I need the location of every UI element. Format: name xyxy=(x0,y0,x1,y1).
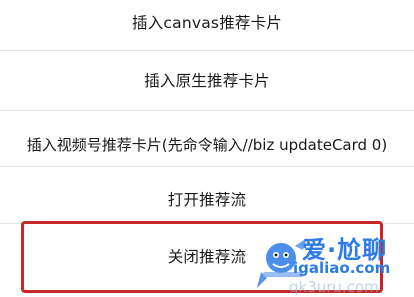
divider xyxy=(0,110,414,111)
insert-canvas-card-option[interactable]: 插入canvas推荐卡片 xyxy=(0,0,414,50)
action-menu: 插入canvas推荐卡片 插入原生推荐卡片 插入视频号推荐卡片(先命令输入//b… xyxy=(0,0,414,297)
divider xyxy=(0,223,414,224)
insert-channels-card-option[interactable]: 插入视频号推荐卡片(先命令输入//biz updateCard 0) xyxy=(0,116,414,172)
insert-native-card-option[interactable]: 插入原生推荐卡片 xyxy=(0,52,414,108)
option-label: 插入canvas推荐卡片 xyxy=(132,14,282,32)
divider xyxy=(0,166,414,167)
option-label: 插入视频号推荐卡片(先命令输入//biz updateCard 0) xyxy=(26,135,388,154)
divider xyxy=(0,50,414,51)
open-recommend-feed-option[interactable]: 打开推荐流 xyxy=(0,171,414,227)
close-recommend-feed-option[interactable]: 关闭推荐流 xyxy=(0,228,414,284)
option-label: 插入原生推荐卡片 xyxy=(144,72,270,90)
option-label: 打开推荐流 xyxy=(167,191,247,209)
option-label: 关闭推荐流 xyxy=(167,248,247,266)
